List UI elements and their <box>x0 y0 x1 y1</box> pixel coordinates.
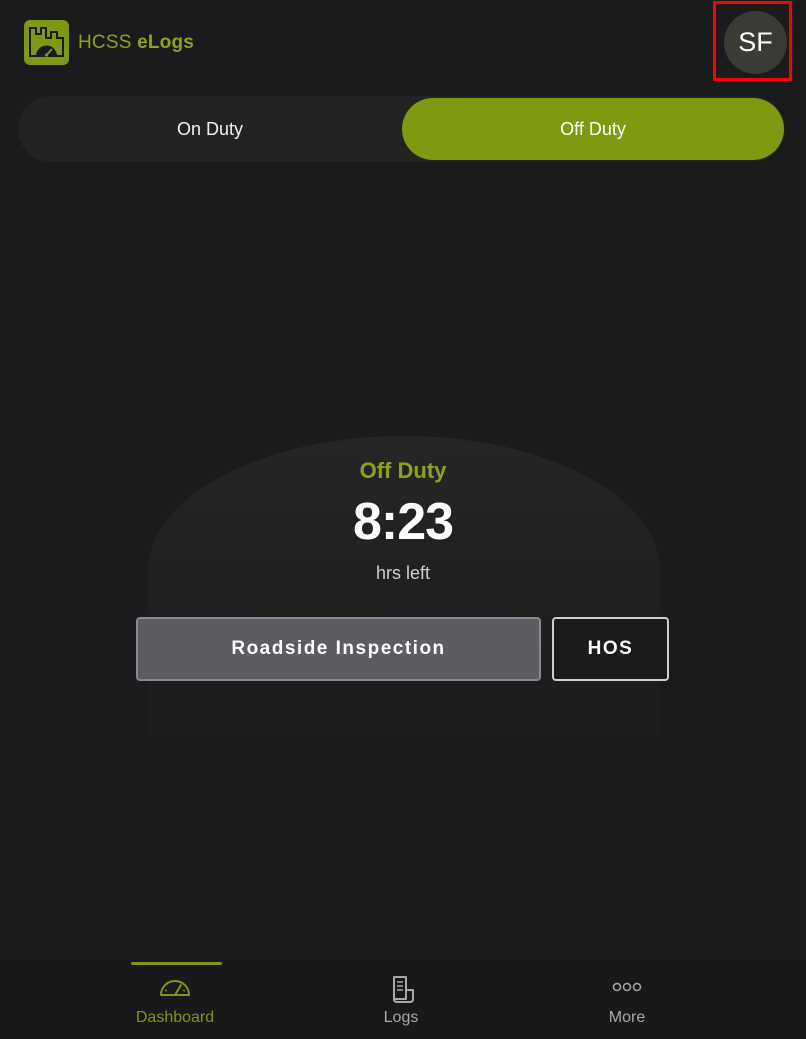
current-status-label: Off Duty <box>359 458 447 483</box>
header: HCSS eLogs SF <box>0 0 806 84</box>
speedometer-icon <box>158 974 192 1005</box>
hcss-logo-icon <box>24 20 69 65</box>
hours-remaining-value: 8:23 <box>352 493 454 551</box>
brand-name: HCSS eLogs <box>78 32 194 54</box>
nav-label-logs: Logs <box>383 1009 419 1026</box>
roadside-inspection-button[interactable]: Roadside Inspection <box>136 617 541 681</box>
off-duty-option[interactable]: Off Duty <box>402 98 784 160</box>
nav-item-dashboard[interactable]: Dashboard <box>105 960 245 1039</box>
user-avatar-button[interactable]: SF <box>724 11 787 74</box>
hours-remaining-units: hrs left <box>375 563 431 583</box>
brand-name-regular: HCSS <box>78 31 132 53</box>
duty-status-toggle: On Duty Off Duty <box>18 96 785 162</box>
bottom-navigation: Dashboard Logs More <box>0 960 806 1039</box>
hos-button[interactable]: HOS <box>552 617 669 681</box>
nav-item-more[interactable]: More <box>557 960 697 1039</box>
more-dots-icon <box>610 974 644 1005</box>
nav-label-more: More <box>608 1009 646 1026</box>
app-logo: HCSS eLogs <box>24 20 194 65</box>
brand-name-bold: eLogs <box>137 31 195 53</box>
nav-item-logs[interactable]: Logs <box>331 960 471 1039</box>
nav-label-dashboard: Dashboard <box>135 1009 215 1026</box>
app-root: HCSS eLogs SF On Duty Off Duty Off Duty … <box>0 0 806 1039</box>
active-nav-indicator <box>131 962 222 965</box>
document-icon <box>386 974 416 1009</box>
on-duty-option[interactable]: On Duty <box>20 98 400 160</box>
